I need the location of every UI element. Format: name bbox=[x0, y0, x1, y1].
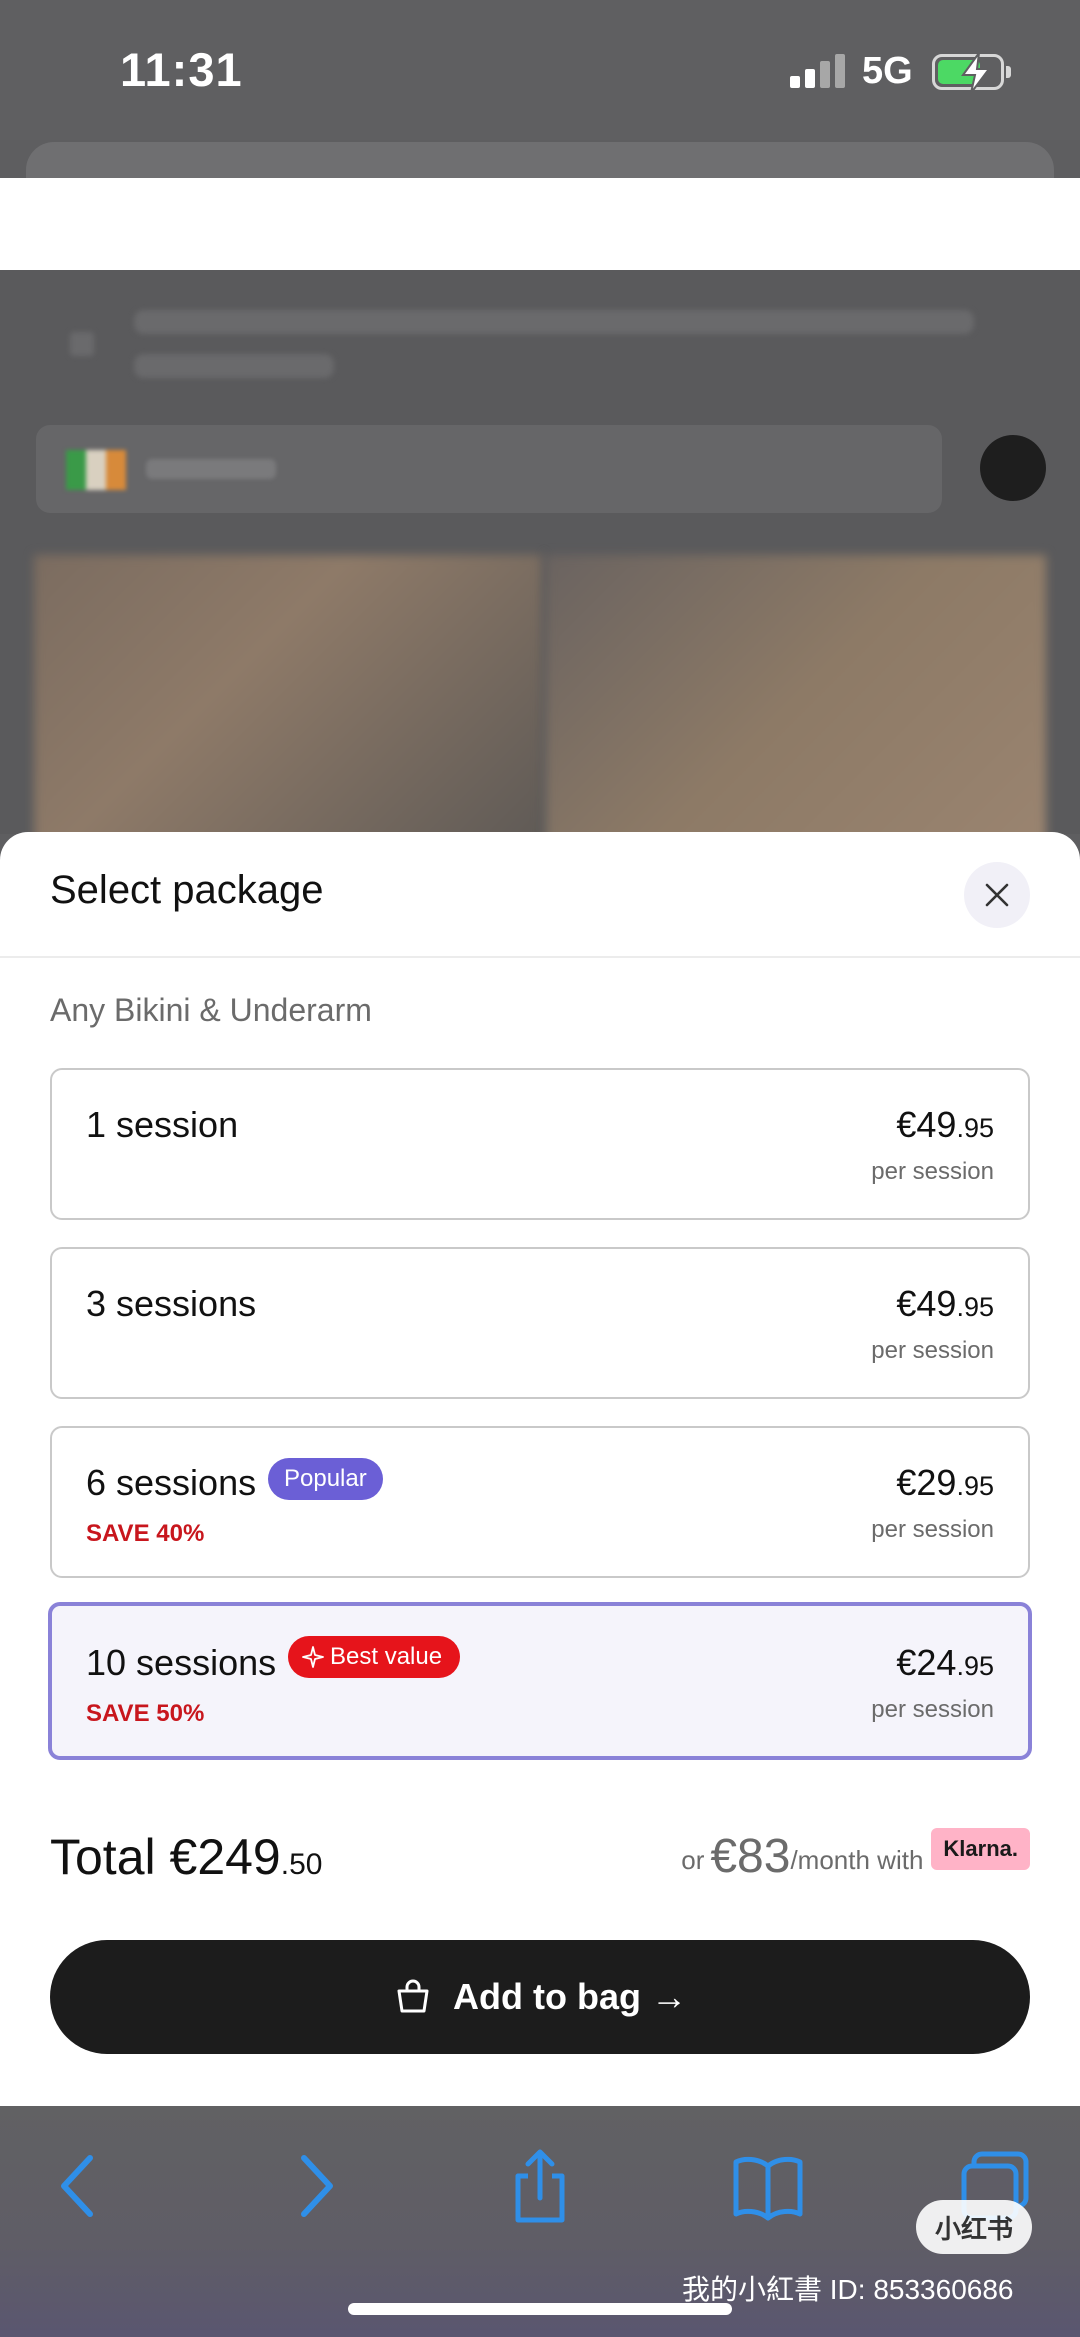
home-indicator[interactable] bbox=[348, 2303, 732, 2315]
option-price: €49.95 bbox=[896, 1283, 994, 1324]
address-bar[interactable] bbox=[26, 142, 1054, 178]
page-header-strip bbox=[0, 178, 1080, 270]
package-option-1[interactable]: 1 session €49.95 per session bbox=[50, 1068, 1030, 1220]
package-option-3[interactable]: 3 sessions €49.95 per session bbox=[50, 1247, 1030, 1399]
battery-icon bbox=[932, 52, 1004, 94]
status-time: 11:31 bbox=[120, 43, 243, 96]
klarna-logo: Klarna. bbox=[931, 1828, 1030, 1870]
shopping-bag-icon bbox=[397, 1979, 429, 2013]
network-label: 5G bbox=[862, 50, 913, 92]
sheet-title: Select package bbox=[50, 868, 324, 912]
option-name: 3 sessions bbox=[86, 1283, 257, 1324]
back-icon[interactable] bbox=[40, 2146, 120, 2226]
product-image bbox=[34, 555, 542, 845]
option-price: €29.95 bbox=[896, 1462, 994, 1503]
package-option-10[interactable]: 10 sessions Best value SAVE 50% €24.95 p… bbox=[48, 1602, 1032, 1760]
xiaohongshu-logo: 小红书 bbox=[916, 2200, 1032, 2254]
arrow-right-icon: → bbox=[650, 1976, 687, 2017]
chat-icon bbox=[980, 435, 1046, 501]
klarna-installment: or €83 /month with Klarna. bbox=[681, 1828, 1030, 1884]
divider bbox=[0, 956, 1080, 958]
share-icon[interactable] bbox=[500, 2146, 580, 2226]
popular-badge: Popular bbox=[268, 1458, 383, 1500]
status-bar: 11:31 5G bbox=[0, 0, 1080, 140]
treatment-name: Any Bikini & Underarm bbox=[50, 992, 372, 1028]
sparkle-icon bbox=[302, 1646, 324, 1668]
close-icon bbox=[985, 883, 1009, 907]
package-sheet: Select package Any Bikini & Underarm 1 s… bbox=[0, 832, 1080, 2106]
option-name: 10 sessions bbox=[86, 1642, 277, 1683]
add-to-bag-label: Add to bag bbox=[453, 1976, 641, 2017]
save-label: SAVE 50% bbox=[86, 1700, 205, 1727]
option-per-label: per session bbox=[871, 1158, 994, 1185]
option-per-label: per session bbox=[871, 1337, 994, 1364]
watermark-text: 我的小紅書 ID: 853360686 bbox=[682, 2274, 1014, 2305]
flag-icon bbox=[66, 450, 126, 490]
best-value-badge: Best value bbox=[288, 1636, 461, 1678]
option-per-label: per session bbox=[871, 1516, 994, 1543]
total-price: Total €249.50 bbox=[50, 1829, 323, 1885]
save-label: SAVE 40% bbox=[86, 1520, 205, 1547]
country-selector bbox=[36, 425, 942, 513]
forward-icon[interactable] bbox=[274, 2146, 354, 2226]
add-to-bag-button[interactable]: Add to bag → bbox=[50, 1940, 1030, 2054]
option-per-label: per session bbox=[871, 1696, 994, 1723]
close-button[interactable] bbox=[964, 862, 1030, 928]
package-option-6[interactable]: 6 sessions Popular SAVE 40% €29.95 per s… bbox=[50, 1426, 1030, 1578]
signal-icon bbox=[790, 54, 846, 88]
option-name: 6 sessions bbox=[86, 1462, 257, 1503]
product-image bbox=[546, 555, 1046, 845]
option-price: €49.95 bbox=[896, 1104, 994, 1145]
option-name: 1 session bbox=[86, 1104, 239, 1145]
option-price: €24.95 bbox=[896, 1642, 994, 1683]
bookmarks-icon[interactable] bbox=[728, 2146, 808, 2226]
